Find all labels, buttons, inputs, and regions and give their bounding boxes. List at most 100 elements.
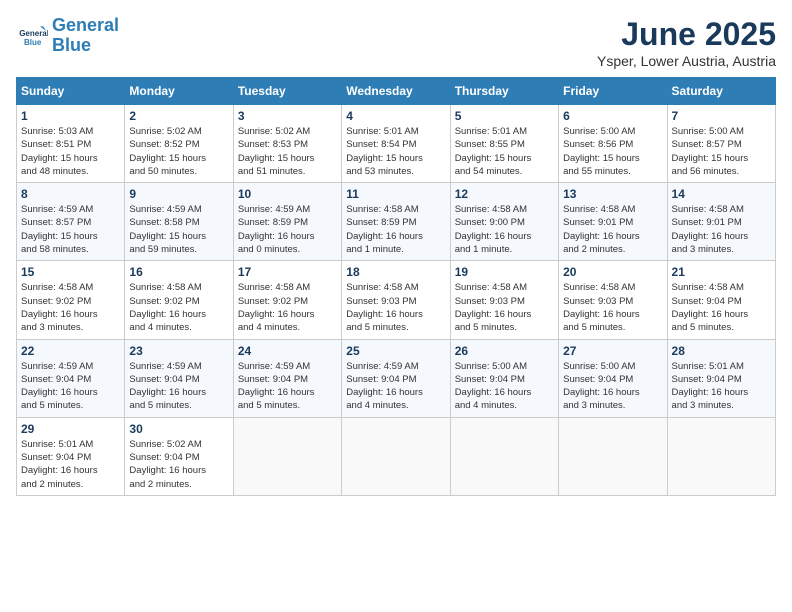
- calendar-cell: 20Sunrise: 4:58 AM Sunset: 9:03 PM Dayli…: [559, 261, 667, 339]
- col-header-monday: Monday: [125, 78, 233, 105]
- col-header-saturday: Saturday: [667, 78, 775, 105]
- week-row-1: 1Sunrise: 5:03 AM Sunset: 8:51 PM Daylig…: [17, 105, 776, 183]
- day-info: Sunrise: 5:00 AM Sunset: 9:04 PM Dayligh…: [455, 360, 554, 413]
- week-row-5: 29 Sunrise: 5:01 AM Sunset: 9:04 PM Dayli…: [17, 417, 776, 495]
- calendar-cell: 13 Sunrise: 4:58 AM Sunset: 9:01 PM Dayli…: [559, 183, 667, 261]
- calendar-cell: 8 Sunrise: 4:59 AM Sunset: 8:57 PM Daylig…: [17, 183, 125, 261]
- day-number: 8: [21, 187, 120, 201]
- day-info: Sunrise: 4:58 AM Sunset: 9:03 PM Dayligh…: [346, 281, 445, 334]
- calendar-cell: 15 Sunrise: 4:58 AM Sunset: 9:02 PM Dayli…: [17, 261, 125, 339]
- day-number: 21: [672, 265, 771, 279]
- day-info: Sunrise: 4:58 AM Sunset: 9:02 PM Dayligh…: [21, 281, 120, 334]
- calendar-cell: 23 Sunrise: 4:59 AM Sunset: 9:04 PM Dayli…: [125, 339, 233, 417]
- day-info: Sunrise: 4:59 AM Sunset: 9:04 PM Dayligh…: [346, 360, 445, 413]
- day-number: 7: [672, 109, 771, 123]
- col-header-wednesday: Wednesday: [342, 78, 450, 105]
- calendar-cell: 14 Sunrise: 4:58 AM Sunset: 9:01 PM Dayli…: [667, 183, 775, 261]
- calendar-cell: 29 Sunrise: 5:01 AM Sunset: 9:04 PM Dayli…: [17, 417, 125, 495]
- header-row: SundayMondayTuesdayWednesdayThursdayFrid…: [17, 78, 776, 105]
- day-info: Sunrise: 4:58 AM Sunset: 9:01 PM Dayligh…: [563, 203, 662, 256]
- day-info: Sunrise: 4:59 AM Sunset: 9:04 PM Dayligh…: [21, 360, 120, 413]
- day-info: Sunrise: 5:00 AM Sunset: 9:04 PM Dayligh…: [563, 360, 662, 413]
- day-number: 2: [129, 109, 228, 123]
- logo-line2: Blue: [52, 35, 91, 55]
- calendar-table: SundayMondayTuesdayWednesdayThursdayFrid…: [16, 77, 776, 496]
- day-info: Sunrise: 4:59 AM Sunset: 8:59 PM Dayligh…: [238, 203, 337, 256]
- calendar-cell: 28Sunrise: 5:01 AM Sunset: 9:04 PM Dayli…: [667, 339, 775, 417]
- svg-text:Blue: Blue: [24, 38, 42, 47]
- day-info: Sunrise: 4:58 AM Sunset: 8:59 PM Dayligh…: [346, 203, 445, 256]
- calendar-cell: 22 Sunrise: 4:59 AM Sunset: 9:04 PM Dayli…: [17, 339, 125, 417]
- day-info: Sunrise: 4:58 AM Sunset: 9:04 PM Dayligh…: [672, 281, 771, 334]
- calendar-cell: 6Sunrise: 5:00 AM Sunset: 8:56 PM Daylig…: [559, 105, 667, 183]
- day-info: Sunrise: 5:01 AM Sunset: 9:04 PM Dayligh…: [21, 438, 120, 491]
- calendar-body: 1Sunrise: 5:03 AM Sunset: 8:51 PM Daylig…: [17, 105, 776, 496]
- day-number: 13: [563, 187, 662, 201]
- calendar-cell: 21 Sunrise: 4:58 AM Sunset: 9:04 PM Dayli…: [667, 261, 775, 339]
- calendar-cell: 4 Sunrise: 5:01 AM Sunset: 8:54 PM Daylig…: [342, 105, 450, 183]
- day-number: 24: [238, 344, 337, 358]
- calendar-cell: 11 Sunrise: 4:58 AM Sunset: 8:59 PM Dayli…: [342, 183, 450, 261]
- calendar-cell: 7 Sunrise: 5:00 AM Sunset: 8:57 PM Daylig…: [667, 105, 775, 183]
- day-info: Sunrise: 4:58 AM Sunset: 9:03 PM Dayligh…: [563, 281, 662, 334]
- day-number: 25: [346, 344, 445, 358]
- day-info: Sunrise: 5:01 AM Sunset: 8:55 PM Dayligh…: [455, 125, 554, 178]
- col-header-sunday: Sunday: [17, 78, 125, 105]
- day-number: 16: [129, 265, 228, 279]
- calendar-cell: 5Sunrise: 5:01 AM Sunset: 8:55 PM Daylig…: [450, 105, 558, 183]
- calendar-title: June 2025: [597, 16, 776, 53]
- calendar-cell: [667, 417, 775, 495]
- calendar-header: SundayMondayTuesdayWednesdayThursdayFrid…: [17, 78, 776, 105]
- day-number: 15: [21, 265, 120, 279]
- day-number: 14: [672, 187, 771, 201]
- day-number: 19: [455, 265, 554, 279]
- day-number: 26: [455, 344, 554, 358]
- day-number: 10: [238, 187, 337, 201]
- calendar-cell: 19 Sunrise: 4:58 AM Sunset: 9:03 PM Dayli…: [450, 261, 558, 339]
- calendar-cell: 2 Sunrise: 5:02 AM Sunset: 8:52 PM Daylig…: [125, 105, 233, 183]
- week-row-4: 22 Sunrise: 4:59 AM Sunset: 9:04 PM Dayli…: [17, 339, 776, 417]
- calendar-cell: 25 Sunrise: 4:59 AM Sunset: 9:04 PM Dayli…: [342, 339, 450, 417]
- day-info: Sunrise: 4:58 AM Sunset: 9:03 PM Dayligh…: [455, 281, 554, 334]
- calendar-cell: 9Sunrise: 4:59 AM Sunset: 8:58 PM Daylig…: [125, 183, 233, 261]
- svg-text:General: General: [19, 29, 48, 38]
- day-number: 22: [21, 344, 120, 358]
- day-number: 18: [346, 265, 445, 279]
- logo-icon: General Blue: [16, 20, 48, 52]
- calendar-cell: 10 Sunrise: 4:59 AM Sunset: 8:59 PM Dayli…: [233, 183, 341, 261]
- day-number: 29: [21, 422, 120, 436]
- day-info: Sunrise: 4:58 AM Sunset: 9:01 PM Dayligh…: [672, 203, 771, 256]
- day-info: Sunrise: 4:58 AM Sunset: 9:02 PM Dayligh…: [129, 281, 228, 334]
- calendar-cell: [233, 417, 341, 495]
- day-number: 27: [563, 344, 662, 358]
- col-header-friday: Friday: [559, 78, 667, 105]
- day-info: Sunrise: 5:02 AM Sunset: 8:52 PM Dayligh…: [129, 125, 228, 178]
- day-info: Sunrise: 5:00 AM Sunset: 8:57 PM Dayligh…: [672, 125, 771, 178]
- day-number: 12: [455, 187, 554, 201]
- header: General Blue General Blue June 2025 Yspe…: [16, 16, 776, 69]
- logo: General Blue General Blue: [16, 16, 119, 56]
- calendar-cell: 26 Sunrise: 5:00 AM Sunset: 9:04 PM Dayli…: [450, 339, 558, 417]
- day-number: 17: [238, 265, 337, 279]
- calendar-cell: 1Sunrise: 5:03 AM Sunset: 8:51 PM Daylig…: [17, 105, 125, 183]
- day-info: Sunrise: 4:58 AM Sunset: 9:02 PM Dayligh…: [238, 281, 337, 334]
- day-info: Sunrise: 5:01 AM Sunset: 8:54 PM Dayligh…: [346, 125, 445, 178]
- day-info: Sunrise: 4:58 AM Sunset: 9:00 PM Dayligh…: [455, 203, 554, 256]
- day-number: 9: [129, 187, 228, 201]
- day-number: 11: [346, 187, 445, 201]
- calendar-cell: 24 Sunrise: 4:59 AM Sunset: 9:04 PM Dayli…: [233, 339, 341, 417]
- day-info: Sunrise: 5:02 AM Sunset: 8:53 PM Dayligh…: [238, 125, 337, 178]
- day-info: Sunrise: 4:59 AM Sunset: 9:04 PM Dayligh…: [129, 360, 228, 413]
- day-number: 4: [346, 109, 445, 123]
- week-row-3: 15 Sunrise: 4:58 AM Sunset: 9:02 PM Dayli…: [17, 261, 776, 339]
- day-number: 23: [129, 344, 228, 358]
- calendar-cell: 30Sunrise: 5:02 AM Sunset: 9:04 PM Dayli…: [125, 417, 233, 495]
- calendar-cell: 27 Sunrise: 5:00 AM Sunset: 9:04 PM Dayli…: [559, 339, 667, 417]
- calendar-cell: [342, 417, 450, 495]
- title-block: June 2025 Ysper, Lower Austria, Austria: [597, 16, 776, 69]
- calendar-cell: 17 Sunrise: 4:58 AM Sunset: 9:02 PM Dayli…: [233, 261, 341, 339]
- day-info: Sunrise: 4:59 AM Sunset: 8:57 PM Dayligh…: [21, 203, 120, 256]
- col-header-tuesday: Tuesday: [233, 78, 341, 105]
- day-number: 28: [672, 344, 771, 358]
- day-info: Sunrise: 4:59 AM Sunset: 9:04 PM Dayligh…: [238, 360, 337, 413]
